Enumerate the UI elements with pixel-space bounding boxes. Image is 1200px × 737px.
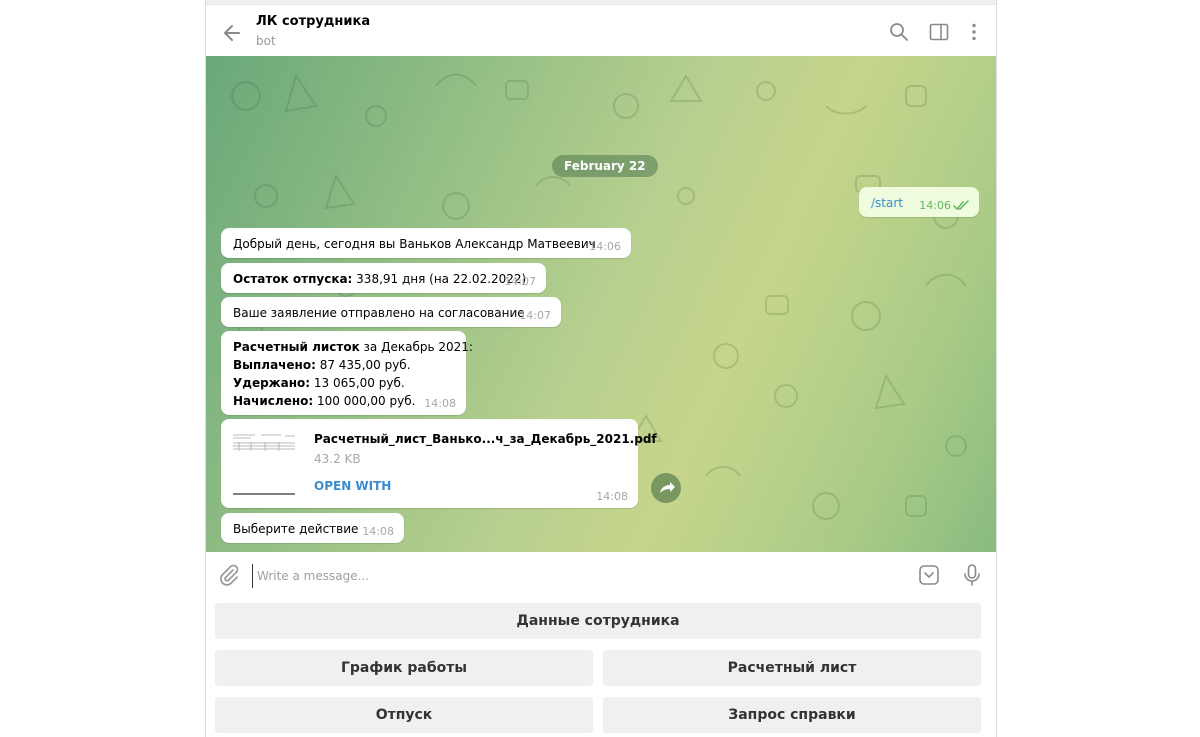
chat-title[interactable]: ЛК сотрудника bbox=[256, 14, 370, 29]
microphone-icon[interactable] bbox=[961, 563, 983, 587]
vacation-balance-label: Остаток отпуска: bbox=[233, 272, 353, 286]
message-text: Выберите действие bbox=[233, 522, 359, 536]
paperclip-icon[interactable] bbox=[218, 564, 240, 586]
message-text: Остаток отпуска: 338,91 дня (на 22.02.20… bbox=[233, 272, 526, 286]
command-link[interactable]: /start bbox=[871, 196, 903, 210]
chat-area[interactable]: February 22 /start 14:06 Добрый день, се… bbox=[206, 56, 996, 552]
chat-header: ЛК сотрудника bot bbox=[206, 4, 996, 57]
date-separator: February 22 bbox=[552, 155, 658, 177]
file-message[interactable]: Расчетный_лист_Ванько...ч_за_Декабрь_202… bbox=[221, 419, 657, 508]
employee-data-button[interactable]: Данные сотрудника bbox=[215, 603, 981, 639]
message-time: 14:08 bbox=[362, 525, 394, 538]
telegram-window: ЛК сотрудника bot February 22 /start 14:… bbox=[205, 0, 997, 737]
message-text: Ваше заявление отправлено на согласовани… bbox=[233, 306, 525, 320]
more-vertical-icon[interactable] bbox=[963, 21, 985, 43]
sticker-icon[interactable] bbox=[918, 564, 940, 586]
paid-value: 87 435,00 руб. bbox=[315, 358, 411, 372]
message-input[interactable] bbox=[252, 564, 899, 588]
message-composer bbox=[206, 552, 996, 598]
message-text: Добрый день, сегодня вы Ваньков Александ… bbox=[233, 237, 596, 251]
vacation-balance-value: 338,91 дня (на 22.02.2022) bbox=[352, 272, 527, 286]
withheld-label: Удержано: bbox=[233, 376, 311, 390]
message-time: 14:07 bbox=[504, 275, 536, 288]
double-check-icon bbox=[953, 200, 969, 211]
share-icon[interactable] bbox=[651, 473, 681, 503]
message-bubble[interactable]: Ваше заявление отправлено на согласовани… bbox=[221, 297, 561, 327]
chat-subtitle: bot bbox=[256, 34, 276, 48]
payslip-message[interactable]: Расчетный листок за Декабрь 2021: Выплач… bbox=[221, 331, 473, 415]
file-name[interactable]: Расчетный_лист_Ванько...ч_за_Декабрь_202… bbox=[314, 432, 657, 446]
back-arrow-icon[interactable] bbox=[220, 21, 244, 45]
payslip-title: Расчетный листок bbox=[233, 340, 360, 354]
open-with-button[interactable]: OPEN WITH bbox=[314, 479, 391, 493]
payslip-button[interactable]: Расчетный лист bbox=[603, 650, 981, 686]
payslip-period: за Декабрь 2021: bbox=[359, 340, 473, 354]
pdf-thumbnail[interactable] bbox=[231, 431, 297, 497]
accrued-label: Начислено: bbox=[233, 394, 314, 408]
withheld-value: 13 065,00 руб. bbox=[310, 376, 405, 390]
message-time: 14:06 bbox=[919, 199, 951, 212]
message-bubble[interactable]: Выберите действие 14:08 bbox=[221, 513, 404, 543]
outgoing-message[interactable]: /start 14:06 bbox=[859, 187, 979, 217]
file-size: 43.2 KB bbox=[314, 452, 361, 466]
paid-label: Выплачено: bbox=[233, 358, 316, 372]
vacation-button[interactable]: Отпуск bbox=[215, 697, 593, 733]
message-time: 14:08 bbox=[596, 490, 628, 503]
search-icon[interactable] bbox=[888, 21, 910, 43]
certificate-request-button[interactable]: Запрос справки bbox=[603, 697, 981, 733]
message-bubble[interactable]: Добрый день, сегодня вы Ваньков Александ… bbox=[221, 228, 631, 258]
message-time: 14:08 bbox=[424, 397, 456, 410]
message-time: 14:06 bbox=[589, 240, 621, 253]
message-time: 14:07 bbox=[519, 309, 551, 322]
message-bubble[interactable]: Остаток отпуска: 338,91 дня (на 22.02.20… bbox=[221, 263, 546, 293]
side-panel-icon[interactable] bbox=[928, 21, 950, 43]
work-schedule-button[interactable]: График работы bbox=[215, 650, 593, 686]
accrued-value: 100 000,00 руб. bbox=[313, 394, 416, 408]
